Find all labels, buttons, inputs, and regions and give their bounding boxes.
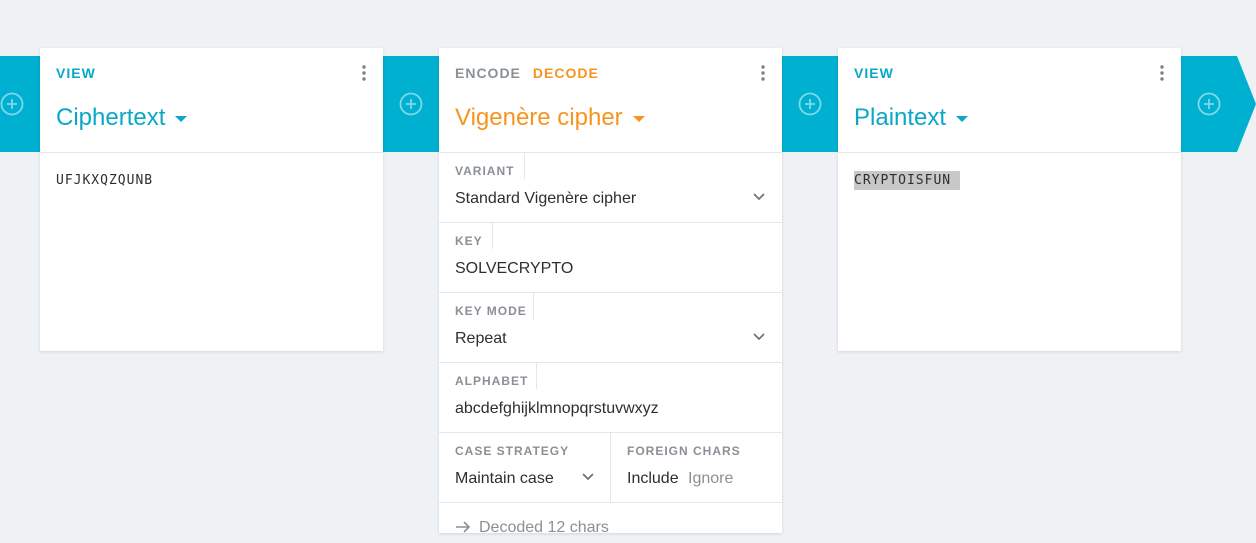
more-options-icon[interactable]: [758, 64, 768, 82]
foreign-ignore-option[interactable]: Ignore: [688, 470, 733, 488]
brick-title: Vigenère cipher: [455, 104, 623, 131]
label-divider: [533, 293, 534, 319]
card-header: ENCODE DECODE Vigenère cipher: [439, 48, 782, 153]
vigenere-card: ENCODE DECODE Vigenère cipher VARIANT St…: [439, 48, 782, 536]
ciphertext-text: UFJKXQZQUNB: [56, 173, 154, 188]
add-brick-button-2[interactable]: [399, 92, 423, 116]
alphabet-input[interactable]: abcdefghijklmnopqrstuvwxyz: [455, 400, 659, 418]
status-bar: Decoded 12 chars: [439, 503, 782, 543]
brick-title: Plaintext: [854, 104, 947, 131]
foreign-include-option[interactable]: Include: [627, 470, 679, 488]
ciphertext-card: VIEW Ciphertext UFJKXQZQUNB: [40, 48, 383, 351]
alphabet-label: ALPHABET: [455, 374, 529, 388]
tab-encode[interactable]: ENCODE: [455, 65, 521, 81]
chevron-down-icon[interactable]: [752, 192, 766, 202]
tab-view[interactable]: VIEW: [854, 65, 894, 81]
case-foreign-row: CASE STRATEGY Maintain case FOREIGN CHAR…: [439, 433, 782, 503]
case-strategy-label: CASE STRATEGY: [455, 444, 570, 458]
plus-circle-icon: [399, 92, 423, 116]
label-divider: [536, 363, 537, 389]
plaintext-text: CRYPTOISFUN: [854, 171, 952, 190]
plaintext-content[interactable]: CRYPTOISFUN: [838, 153, 1181, 208]
key-field[interactable]: KEY SOLVECRYPTO: [439, 223, 782, 293]
key-mode-select[interactable]: Repeat: [455, 330, 507, 348]
key-label: KEY: [455, 234, 483, 248]
caret-down-icon: [632, 116, 645, 122]
card-header: VIEW Ciphertext: [40, 48, 383, 153]
brick-selector[interactable]: Vigenère cipher: [455, 104, 645, 132]
add-brick-button-4[interactable]: [1197, 92, 1221, 116]
case-strategy-field[interactable]: CASE STRATEGY Maintain case: [439, 433, 610, 502]
variant-select[interactable]: Standard Vigenère cipher: [455, 190, 636, 208]
variant-field[interactable]: VARIANT Standard Vigenère cipher: [439, 153, 782, 223]
key-mode-label: KEY MODE: [455, 304, 527, 318]
more-options-icon[interactable]: [359, 64, 369, 82]
arrow-right-icon: [456, 521, 471, 533]
label-divider: [492, 223, 493, 249]
ciphertext-content[interactable]: UFJKXQZQUNB: [40, 153, 383, 208]
foreign-chars-label: FOREIGN CHARS: [627, 444, 741, 458]
add-brick-button-3[interactable]: [798, 92, 822, 116]
plus-circle-icon: [798, 92, 822, 116]
chevron-down-icon[interactable]: [581, 472, 595, 482]
label-divider: [524, 153, 525, 179]
foreign-chars-field: FOREIGN CHARS Include Ignore: [610, 433, 782, 502]
tab-view[interactable]: VIEW: [56, 65, 96, 81]
brick-title: Ciphertext: [56, 104, 166, 131]
caret-down-icon: [175, 116, 188, 122]
more-options-icon[interactable]: [1157, 64, 1167, 82]
add-brick-button-1[interactable]: [0, 92, 24, 116]
key-mode-field[interactable]: KEY MODE Repeat: [439, 293, 782, 363]
plus-circle-icon: [0, 92, 24, 116]
selection-highlight: [951, 171, 960, 190]
case-strategy-select[interactable]: Maintain case: [455, 470, 554, 488]
chevron-down-icon[interactable]: [752, 332, 766, 342]
plaintext-card: VIEW Plaintext CRYPTOISFUN: [838, 48, 1181, 351]
brick-selector[interactable]: Plaintext: [854, 104, 969, 132]
variant-label: VARIANT: [455, 164, 515, 178]
caret-down-icon: [956, 116, 969, 122]
card-header: VIEW Plaintext: [838, 48, 1181, 153]
brick-selector[interactable]: Ciphertext: [56, 104, 188, 132]
alphabet-field[interactable]: ALPHABET abcdefghijklmnopqrstuvwxyz: [439, 363, 782, 433]
status-text: Decoded 12 chars: [479, 519, 609, 536]
key-input[interactable]: SOLVECRYPTO: [455, 260, 573, 278]
tab-decode[interactable]: DECODE: [533, 65, 599, 81]
plus-circle-icon: [1197, 92, 1221, 116]
